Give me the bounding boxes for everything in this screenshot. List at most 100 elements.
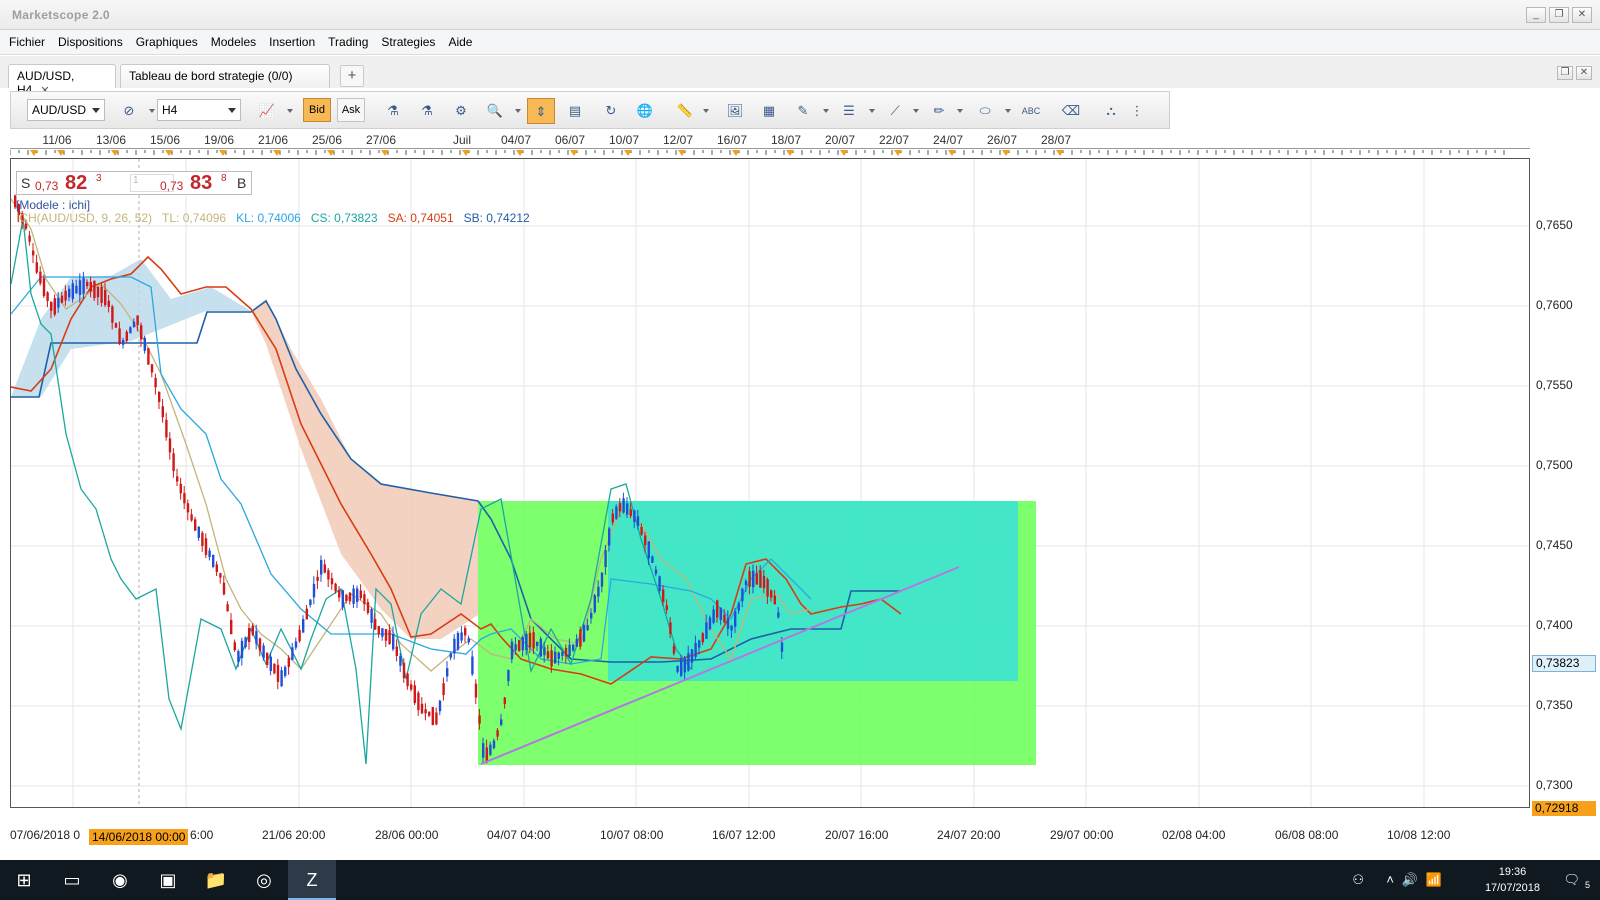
model-label[interactable]: [Modele : ichi]: [16, 198, 90, 212]
chevron-down-icon[interactable]: [287, 109, 293, 113]
candle-body: [100, 286, 103, 303]
toolbar-overflow-icon[interactable]: ⋮: [1129, 98, 1145, 124]
add-tab-button[interactable]: +: [340, 65, 364, 87]
candle-body: [748, 571, 751, 587]
indicator-add-icon[interactable]: ⚗: [379, 98, 407, 124]
strategy-icon[interactable]: ⚙: [447, 98, 475, 124]
link-off-icon[interactable]: ⊘: [115, 98, 143, 124]
tab-strategy-dashboard[interactable]: Tableau de bord strategie (0/0): [120, 64, 330, 88]
bottom-date-label: 16/07 12:00: [712, 828, 776, 842]
candle-body: [500, 719, 503, 725]
close-chart-button[interactable]: ✕: [1576, 66, 1592, 80]
pencil-icon[interactable]: ✏: [925, 98, 953, 124]
chrome-icon[interactable]: ◎: [240, 860, 288, 900]
bottom-date-label: 6:00: [190, 828, 214, 842]
quote-box[interactable]: S 0,73 82 3 1 0,73 83 8 B: [16, 171, 252, 195]
volume-icon[interactable]: 🔊: [1402, 872, 1418, 888]
candle-body: [644, 535, 647, 546]
menu-graphiques[interactable]: Graphiques: [131, 35, 203, 49]
chevron-down-icon[interactable]: [823, 109, 829, 113]
clock[interactable]: 19:36 17/07/2018: [1485, 864, 1540, 896]
candle-body: [622, 498, 625, 513]
horizontal-lines-icon[interactable]: ☰: [835, 98, 863, 124]
hierarchy-icon[interactable]: ⛬: [1097, 98, 1125, 124]
zoom-icon[interactable]: 🔍: [481, 98, 509, 124]
candle-body: [755, 573, 758, 585]
chevron-down-icon[interactable]: [957, 109, 963, 113]
ruler-icon[interactable]: 📏: [671, 98, 699, 124]
app-icon[interactable]: ◉: [96, 860, 144, 900]
network-icon[interactable]: 📶: [1426, 872, 1442, 888]
candle-body: [107, 300, 110, 307]
menu-aide[interactable]: Aide: [443, 35, 477, 49]
price-tick: 0,7550: [1536, 378, 1573, 392]
eraser-icon[interactable]: ⌫: [1057, 98, 1085, 124]
chart-canvas[interactable]: [11, 159, 1530, 808]
chevron-down-icon[interactable]: [515, 109, 521, 113]
notifications-icon[interactable]: 🗨: [1563, 872, 1580, 888]
price-chart[interactable]: [10, 158, 1530, 808]
print-icon[interactable]: ▦: [755, 98, 783, 124]
ellipse-icon[interactable]: ⬭: [971, 98, 999, 124]
chevron-up-icon[interactable]: ˄: [1386, 872, 1394, 887]
properties-icon[interactable]: ▤: [561, 98, 589, 124]
chevron-down-icon[interactable]: [913, 109, 919, 113]
menu-strategies[interactable]: Strategies: [376, 35, 440, 49]
bid-button[interactable]: Bid: [303, 98, 331, 122]
top-date-label: 15/06: [149, 133, 181, 147]
candle-body: [111, 306, 114, 323]
candle-body: [564, 647, 568, 657]
price-axis[interactable]: 0,7650 0,7600 0,7550 0,7500 0,7450 0,740…: [1530, 158, 1600, 808]
chevron-down-icon[interactable]: [149, 109, 155, 113]
candle-body: [651, 556, 654, 563]
ichimoku-legend[interactable]: ICH(AUD/USD, 9, 26, 52) TL: 0,74096 KL: …: [16, 211, 530, 225]
text-icon[interactable]: ABC: [1017, 98, 1045, 124]
buy-price-big[interactable]: 83: [190, 172, 212, 195]
bottom-date-label: 07/06/2018 0: [10, 828, 81, 842]
lines-icon[interactable]: ✎: [789, 98, 817, 124]
minimize-button[interactable]: _: [1526, 7, 1546, 23]
top-date-label: 25/06: [311, 133, 343, 147]
ask-button[interactable]: Ask: [337, 98, 365, 122]
tab-audusd-h4[interactable]: AUD/USD, H4✕: [8, 64, 116, 97]
chart-type-icon[interactable]: 📈: [253, 98, 281, 124]
candle-body: [568, 644, 571, 656]
close-button[interactable]: ✕: [1572, 7, 1592, 23]
menu-modeles[interactable]: Modeles: [206, 35, 261, 49]
restore-chart-button[interactable]: ❐: [1557, 66, 1573, 80]
bottom-date-label: 02/08 04:00: [1162, 828, 1226, 842]
candle-body: [161, 406, 164, 418]
candle-body: [744, 580, 748, 586]
globe-icon[interactable]: 🌐: [631, 98, 659, 124]
marketscope-taskbar-icon[interactable]: Z: [288, 860, 336, 900]
menu-fichier[interactable]: Fichier: [4, 35, 50, 49]
menu-insertion[interactable]: Insertion: [264, 35, 320, 49]
chevron-down-icon[interactable]: [703, 109, 709, 113]
menu-trading[interactable]: Trading: [323, 35, 373, 49]
candle-body: [75, 285, 78, 294]
task-view-icon[interactable]: ▭: [48, 860, 96, 900]
restore-button[interactable]: ❐: [1549, 7, 1569, 23]
timeframe-select[interactable]: H4: [157, 99, 241, 121]
refresh-icon[interactable]: ↻: [597, 98, 625, 124]
folder-icon[interactable]: 📁: [192, 860, 240, 900]
image-icon[interactable]: 🖼: [721, 98, 749, 124]
candle-body: [770, 590, 773, 598]
chevron-down-icon[interactable]: [1005, 109, 1011, 113]
crosshair-icon[interactable]: ⇕: [527, 98, 555, 124]
people-icon[interactable]: ⚇: [1352, 872, 1364, 888]
store-icon[interactable]: ▣: [144, 860, 192, 900]
start-button[interactable]: ⊞: [0, 860, 48, 900]
candle-body: [240, 640, 244, 659]
symbol-select[interactable]: AUD/USD: [27, 99, 105, 121]
indicator-remove-icon[interactable]: ⚗: [413, 98, 441, 124]
notification-count: 5: [1584, 880, 1590, 890]
menu-dispositions[interactable]: Dispositions: [53, 35, 128, 49]
chevron-down-icon[interactable]: [869, 109, 875, 113]
candle-body: [536, 641, 539, 647]
sell-price-big[interactable]: 82: [65, 172, 87, 195]
candle-body: [348, 592, 352, 602]
candle-body: [636, 516, 640, 526]
candle-body: [424, 709, 427, 714]
fan-icon[interactable]: ⟋: [881, 98, 909, 124]
